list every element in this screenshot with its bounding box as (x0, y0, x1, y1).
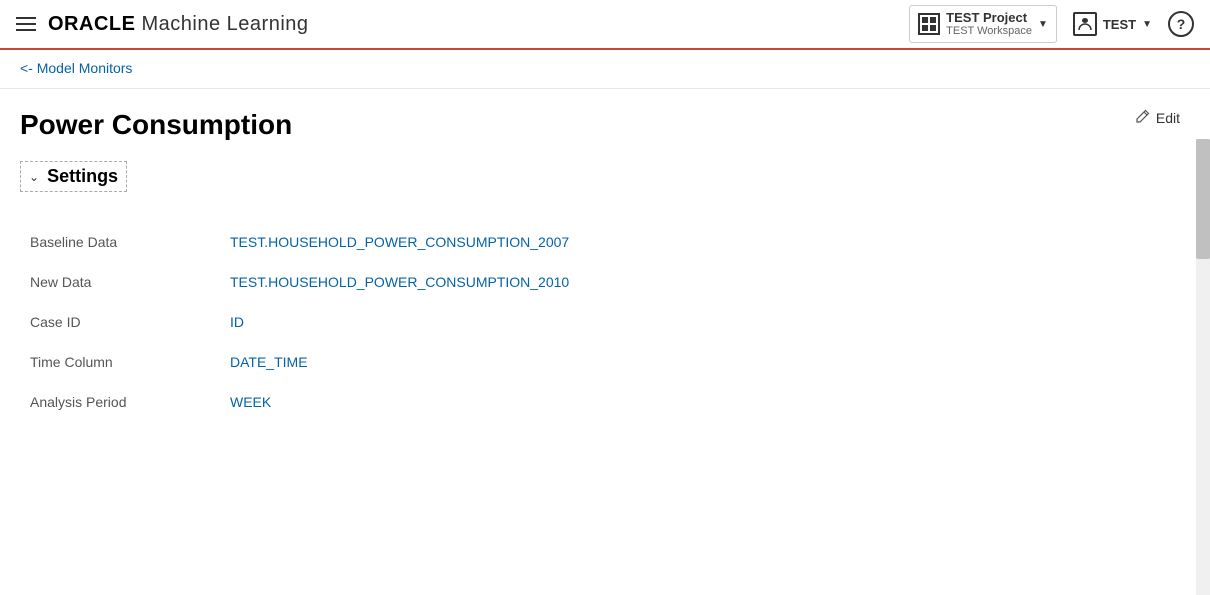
user-name-label: TEST (1103, 17, 1136, 32)
chevron-down-icon: ⌄ (29, 170, 39, 184)
project-name: TEST Project (946, 10, 1032, 26)
project-icon (918, 13, 940, 35)
analysis-period-label: Analysis Period (30, 394, 230, 410)
brand-oracle: ORACLE (48, 13, 135, 35)
scrollbar-track (1196, 139, 1210, 595)
user-avatar-icon (1073, 12, 1097, 36)
help-icon[interactable]: ? (1168, 11, 1194, 37)
grid-cell (922, 17, 928, 23)
settings-row: Baseline Data TEST.HOUSEHOLD_POWER_CONSU… (30, 222, 1190, 262)
settings-row: New Data TEST.HOUSEHOLD_POWER_CONSUMPTIO… (30, 262, 1190, 302)
menu-icon[interactable] (16, 17, 36, 31)
baseline-data-value: TEST.HOUSEHOLD_POWER_CONSUMPTION_2007 (230, 234, 569, 250)
settings-header[interactable]: ⌄ Settings (20, 161, 127, 192)
project-chevron-icon: ▼ (1038, 19, 1048, 30)
pencil-icon (1136, 109, 1150, 126)
edit-label: Edit (1156, 110, 1180, 126)
case-id-label: Case ID (30, 314, 230, 330)
scrollbar-thumb[interactable] (1196, 139, 1210, 259)
grid-cell (930, 17, 936, 23)
grid-cell (922, 25, 928, 31)
breadcrumb: <- Model Monitors (0, 50, 1210, 89)
workspace-name: TEST Workspace (946, 25, 1032, 38)
new-data-value: TEST.HOUSEHOLD_POWER_CONSUMPTION_2010 (230, 274, 569, 290)
settings-title: Settings (47, 166, 118, 187)
header-right: TEST Project TEST Workspace ▼ TEST ▼ ? (909, 5, 1194, 44)
edit-button[interactable]: Edit (1136, 109, 1180, 126)
case-id-value: ID (230, 314, 244, 330)
user-section[interactable]: TEST ▼ (1065, 8, 1160, 40)
grid-cell (930, 25, 936, 31)
brand-title: ORACLE Machine Learning (48, 13, 309, 36)
header-left: ORACLE Machine Learning (16, 13, 309, 36)
user-chevron-icon: ▼ (1142, 19, 1152, 30)
page-title: Power Consumption (20, 109, 1190, 141)
back-link[interactable]: <- Model Monitors (20, 60, 132, 76)
brand-ml: Machine Learning (135, 13, 308, 35)
analysis-period-value: WEEK (230, 394, 271, 410)
time-column-value: DATE_TIME (230, 354, 308, 370)
app-header: ORACLE Machine Learning TEST Project TES… (0, 0, 1210, 50)
settings-row: Case ID ID (30, 302, 1190, 342)
settings-section: ⌄ Settings Baseline Data TEST.HOUSEHOLD_… (20, 161, 1190, 422)
new-data-label: New Data (30, 274, 230, 290)
time-column-label: Time Column (30, 354, 230, 370)
settings-table: Baseline Data TEST.HOUSEHOLD_POWER_CONSU… (20, 222, 1190, 422)
settings-row: Time Column DATE_TIME (30, 342, 1190, 382)
project-selector[interactable]: TEST Project TEST Workspace ▼ (909, 5, 1057, 44)
main-content: Power Consumption Edit ⌄ Settings Baseli… (0, 89, 1210, 442)
project-info: TEST Project TEST Workspace (946, 10, 1032, 39)
baseline-data-label: Baseline Data (30, 234, 230, 250)
settings-row: Analysis Period WEEK (30, 382, 1190, 422)
